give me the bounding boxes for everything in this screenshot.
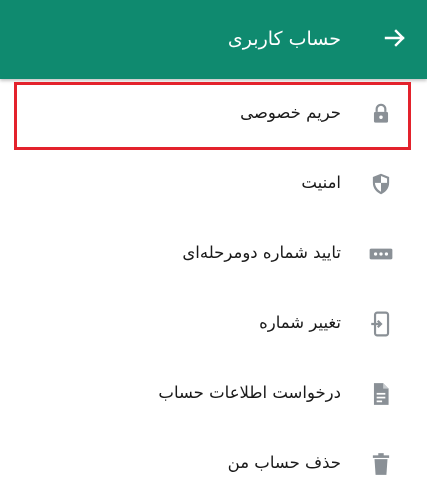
- two-step-verification-item[interactable]: تایید شماره دومرحله‌ای: [0, 219, 427, 289]
- security-label: امنیت: [301, 173, 341, 192]
- app-bar: حساب کاربری: [0, 0, 427, 79]
- shield-icon: [368, 171, 394, 197]
- two-step-verification-label: تایید شماره دومرحله‌ای: [182, 243, 341, 262]
- phone-change-icon: [368, 311, 394, 337]
- security-item[interactable]: امنیت: [0, 149, 427, 219]
- request-account-info-label: درخواست اطلاعات حساب: [158, 383, 341, 402]
- change-number-item[interactable]: تغییر شماره: [0, 289, 427, 359]
- trash-icon: [368, 451, 394, 477]
- dots-icon: [368, 241, 394, 267]
- lock-icon: [368, 101, 394, 127]
- page-title: حساب کاربری: [227, 28, 341, 50]
- change-number-label: تغییر شماره: [259, 313, 341, 332]
- document-icon: [368, 381, 394, 407]
- privacy-label: حریم خصوصی: [240, 103, 341, 122]
- settings-list: حریم خصوصی امنیت تایید شماره دومرحله‌ای: [0, 79, 427, 499]
- privacy-item[interactable]: حریم خصوصی: [0, 79, 427, 149]
- request-account-info-item[interactable]: درخواست اطلاعات حساب: [0, 359, 427, 429]
- arrow-right-icon[interactable]: [383, 26, 407, 50]
- delete-account-item[interactable]: حذف حساب من: [0, 429, 427, 499]
- delete-account-label: حذف حساب من: [227, 453, 341, 472]
